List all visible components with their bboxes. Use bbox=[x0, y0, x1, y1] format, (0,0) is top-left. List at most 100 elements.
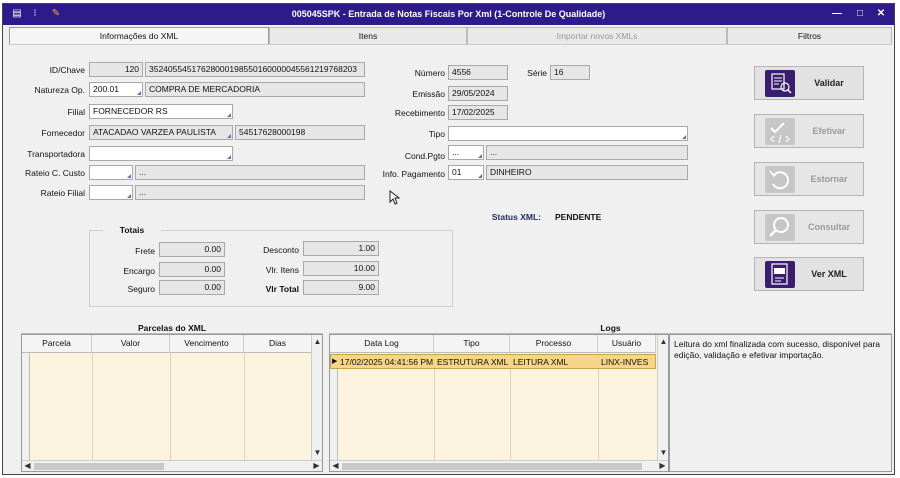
parcelas-vscroll[interactable]: ▲ ▼ bbox=[311, 335, 322, 460]
desconto-label: Desconto bbox=[263, 245, 299, 255]
fornecedor-cnpj-field[interactable]: 54517628000198 bbox=[235, 125, 365, 140]
desconto-field[interactable]: 1.00 bbox=[303, 241, 379, 256]
ver-xml-label: Ver XML bbox=[811, 269, 847, 279]
natureza-label: Natureza Op. bbox=[34, 85, 85, 95]
validar-button[interactable]: Validar bbox=[754, 66, 864, 100]
totais-title: Totais bbox=[103, 225, 161, 237]
check-code-icon bbox=[765, 118, 795, 145]
undo-arrow-icon bbox=[765, 166, 795, 193]
efetivar-button[interactable]: Efetivar bbox=[754, 114, 864, 148]
parcelas-col-parcela[interactable]: Parcela bbox=[22, 335, 92, 353]
table-row[interactable]: ▶ 17/02/2025 04:41:56 PM ESTRUTURA XML C… bbox=[330, 354, 656, 369]
tab-importar-xmls[interactable]: Importar novos XMLs bbox=[467, 27, 727, 45]
estornar-button[interactable]: Estornar bbox=[754, 162, 864, 196]
chave-field[interactable]: 3524055451762800019855016000004556121976… bbox=[145, 62, 365, 77]
scroll-down-icon[interactable]: ▼ bbox=[312, 448, 323, 458]
vlritens-label: Vlr. Itens bbox=[265, 265, 299, 275]
parcelas-row-indicator bbox=[22, 353, 30, 471]
scroll-up-icon[interactable]: ▲ bbox=[312, 337, 323, 347]
scroll-down-icon[interactable]: ▼ bbox=[658, 448, 669, 458]
numero-field[interactable]: 4556 bbox=[448, 65, 508, 80]
fornecedor-field[interactable]: ATACADAO VARZEA PAULISTA bbox=[89, 125, 233, 140]
ver-xml-button[interactable]: Ver XML bbox=[754, 257, 864, 291]
log-usuario-cell: LINX-INVES bbox=[601, 357, 649, 367]
parcelas-col-vencimento[interactable]: Vencimento bbox=[170, 335, 244, 353]
maximize-button[interactable]: □ bbox=[852, 7, 868, 21]
app-window: ▤ ⁝ ✎ 005045SPK - Entrada de Notas Fisca… bbox=[2, 3, 895, 475]
natureza-desc-field[interactable]: COMPRA DE MERCADORIA bbox=[145, 82, 365, 97]
encargo-field[interactable]: 0.00 bbox=[159, 262, 225, 277]
infopag-label: Info. Pagamento bbox=[382, 169, 445, 179]
encargo-label: Encargo bbox=[123, 266, 155, 276]
logs-divider bbox=[434, 353, 435, 471]
emissao-label: Emissão bbox=[412, 89, 445, 99]
serie-field[interactable]: 16 bbox=[550, 65, 590, 80]
filial-field[interactable]: FORNECEDOR RS bbox=[89, 104, 233, 119]
rateio-filial-label: Rateio Filial bbox=[40, 188, 85, 198]
logs-col-usuario[interactable]: Usuário bbox=[598, 335, 656, 353]
log-tipo-cell: ESTRUTURA XML C bbox=[437, 357, 509, 367]
tab-itens[interactable]: Itens bbox=[269, 27, 467, 45]
parcelas-divider bbox=[170, 353, 171, 471]
checklist-search-icon bbox=[765, 70, 795, 97]
vlritens-field[interactable]: 10.00 bbox=[303, 261, 379, 276]
natureza-code-field[interactable]: 200.01 bbox=[89, 82, 143, 97]
logs-title: Logs bbox=[329, 322, 892, 334]
tab-filtros[interactable]: Filtros bbox=[727, 27, 892, 45]
seguro-label: Seguro bbox=[127, 284, 155, 294]
logs-col-processo[interactable]: Processo bbox=[510, 335, 598, 353]
scroll-left-icon[interactable]: ◀ bbox=[330, 461, 341, 471]
logs-divider bbox=[598, 353, 599, 471]
seguro-field[interactable]: 0.00 bbox=[159, 280, 225, 295]
parcelas-hscroll[interactable]: ◀ ▶ bbox=[22, 460, 322, 471]
frete-label: Frete bbox=[135, 246, 155, 256]
scroll-up-icon[interactable]: ▲ bbox=[658, 337, 669, 347]
condpgto-label: Cond.Pgto bbox=[404, 151, 445, 161]
scroll-right-icon[interactable]: ▶ bbox=[657, 461, 668, 471]
rateio-custo-desc-field[interactable]: ... bbox=[135, 165, 365, 180]
rateio-filial-code-field[interactable] bbox=[89, 185, 133, 200]
tab-bar: Informações do XML Itens Importar novos … bbox=[9, 27, 892, 46]
scroll-right-icon[interactable]: ▶ bbox=[311, 461, 322, 471]
parcelas-hscroll-thumb[interactable] bbox=[34, 463, 164, 470]
numero-label: Número bbox=[414, 68, 445, 78]
infopag-desc-field[interactable]: DINHEIRO bbox=[486, 165, 688, 180]
recebimento-field[interactable]: 17/02/2025 bbox=[448, 105, 508, 120]
consultar-button[interactable]: Consultar bbox=[754, 210, 864, 244]
main-panel: ID/Chave 120 352405545176280001985501600… bbox=[9, 44, 892, 472]
rateio-custo-code-field[interactable] bbox=[89, 165, 133, 180]
rateio-filial-desc-field[interactable]: ... bbox=[135, 185, 365, 200]
rateio-custo-label: Rateio C. Custo bbox=[25, 168, 85, 178]
scroll-left-icon[interactable]: ◀ bbox=[22, 461, 33, 471]
condpgto-code-field[interactable]: ... bbox=[448, 145, 484, 160]
logs-col-tipo[interactable]: Tipo bbox=[434, 335, 510, 353]
filial-label: Filial bbox=[67, 107, 85, 117]
parcelas-divider bbox=[244, 353, 245, 471]
minimize-button[interactable]: — bbox=[829, 7, 845, 21]
logs-vscroll[interactable]: ▲ ▼ bbox=[657, 335, 668, 460]
transportadora-field[interactable] bbox=[89, 146, 233, 161]
id-field[interactable]: 120 bbox=[89, 62, 143, 77]
validar-label: Validar bbox=[814, 78, 844, 88]
emissao-field[interactable]: 29/05/2024 bbox=[448, 86, 508, 101]
logs-row-indicator bbox=[330, 353, 338, 471]
magnifier-icon bbox=[765, 214, 795, 241]
logs-hscroll-thumb[interactable] bbox=[342, 463, 642, 470]
logs-grid[interactable]: Data Log Tipo Processo Usuário ▶ 17/02/2… bbox=[329, 334, 669, 472]
logs-hscroll[interactable]: ◀ ▶ bbox=[330, 460, 668, 471]
logs-col-data[interactable]: Data Log bbox=[330, 335, 434, 353]
fornecedor-label: Fornecedor bbox=[41, 128, 85, 138]
frete-field[interactable]: 0.00 bbox=[159, 242, 225, 257]
serie-label: Série bbox=[527, 68, 547, 78]
parcelas-col-valor[interactable]: Valor bbox=[92, 335, 170, 353]
vlrtotal-field[interactable]: 9.00 bbox=[303, 280, 379, 295]
parcelas-title: Parcelas do XML bbox=[21, 322, 323, 334]
parcelas-grid[interactable]: Parcela Valor Vencimento Dias ▲ ▼ ◀ ▶ bbox=[21, 334, 323, 472]
condpgto-desc-field[interactable]: ... bbox=[486, 145, 688, 160]
close-button[interactable]: ✕ bbox=[873, 7, 889, 21]
window-title: 005045SPK - Entrada de Notas Fiscais Por… bbox=[291, 9, 606, 19]
xml-file-icon bbox=[765, 261, 795, 288]
tipo-field[interactable] bbox=[448, 126, 688, 141]
infopag-code-field[interactable]: 01 bbox=[448, 165, 484, 180]
parcelas-col-dias[interactable]: Dias bbox=[244, 335, 312, 353]
